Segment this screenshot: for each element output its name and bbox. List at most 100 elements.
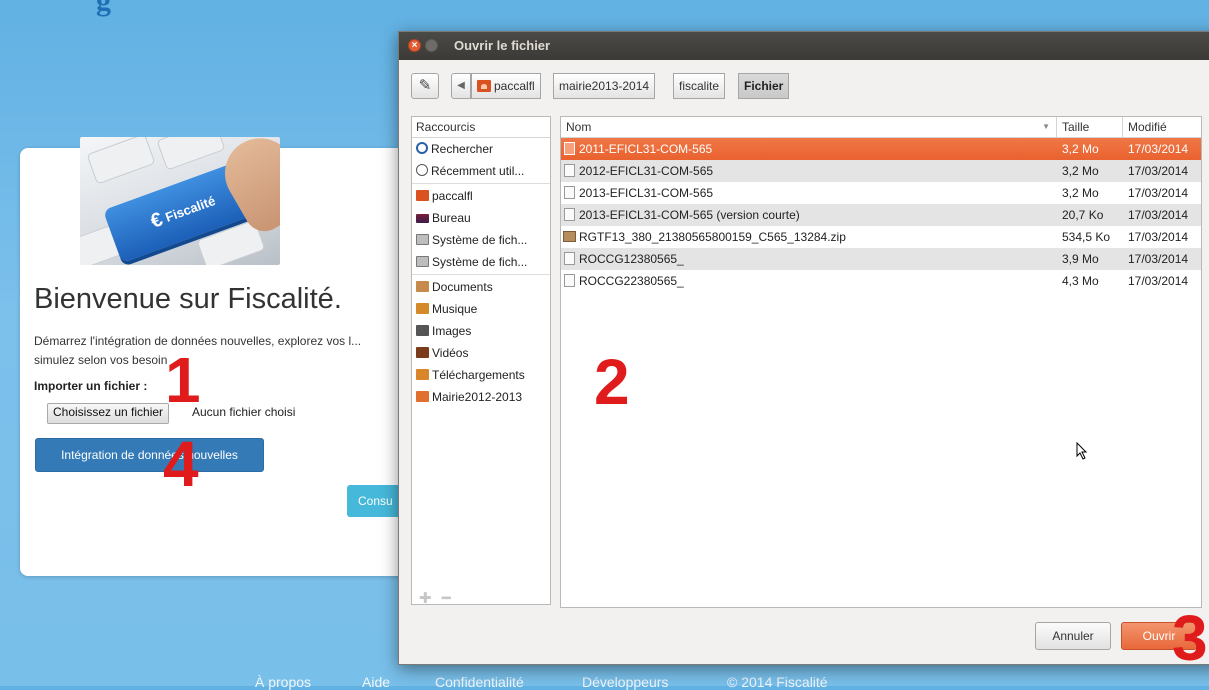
archive-icon (563, 231, 576, 242)
integration-button[interactable]: Intégration de données nouvelles (35, 438, 264, 472)
file-modified-cell: 17/03/2014 (1128, 142, 1189, 156)
footer-link-developers[interactable]: Développeurs (582, 674, 668, 690)
file-name-cell: 2011-EFICL31-COM-565 (561, 138, 712, 160)
file-modified-cell: 17/03/2014 (1128, 208, 1189, 222)
chevron-left-icon: ◀ (457, 80, 465, 91)
hero-image: € Fiscalité (80, 137, 280, 265)
music-folder-icon (416, 303, 429, 314)
close-icon[interactable]: × (408, 39, 421, 52)
place-bureau[interactable]: Bureau (412, 207, 550, 229)
drive-icon (416, 234, 429, 245)
keyboard-key (86, 137, 156, 185)
place-documents[interactable]: Documents (412, 276, 550, 298)
breadcrumb-fichier[interactable]: Fichier (738, 73, 790, 99)
file-size-cell: 534,5 Ko (1062, 230, 1111, 244)
keyboard-key (156, 137, 226, 171)
annotation-step-2: 2 (594, 346, 630, 418)
type-location-button[interactable]: ✎ (411, 73, 439, 99)
file-modified-cell: 17/03/2014 (1128, 164, 1189, 178)
consult-button[interactable]: Consu (347, 485, 403, 517)
file-icon (564, 186, 575, 199)
file-modified-cell: 17/03/2014 (1128, 230, 1189, 244)
breadcrumb-fiscalite[interactable]: fiscalite (673, 73, 726, 99)
path-back-button[interactable]: ◀ (451, 73, 471, 99)
footer-link-about[interactable]: À propos (255, 674, 311, 690)
place-label: Système de fich... (432, 233, 528, 247)
drive-icon (416, 256, 429, 267)
breadcrumb-paccalfl[interactable]: paccalfl (471, 73, 541, 99)
minimize-icon[interactable] (425, 39, 438, 52)
place-label: Rechercher (431, 142, 494, 156)
sort-down-icon: ▼ (1042, 122, 1050, 131)
file-row[interactable]: 2013-EFICL31-COM-565 (version courte) 20… (561, 204, 1201, 226)
file-size-cell: 3,2 Mo (1062, 164, 1099, 178)
place-label: paccalfl (432, 189, 473, 203)
file-row[interactable]: ROCCG12380565_ 3,9 Mo 17/03/2014 (561, 248, 1201, 270)
file-name-cell: ROCCG22380565_ (561, 270, 684, 292)
file-size-cell: 20,7 Ko (1062, 208, 1104, 222)
column-name-label: Nom (566, 120, 592, 134)
place-rechercher[interactable]: Rechercher (412, 138, 550, 160)
places-separator (412, 183, 550, 184)
place-paccalfl[interactable]: paccalfl (412, 185, 550, 207)
intro-text: Démarrez l'intégration de données nouvel… (34, 334, 362, 367)
file-row[interactable]: 2011-EFICL31-COM-565 3,2 Mo 17/03/2014 (561, 138, 1201, 160)
file-name-cell: 2013-EFICL31-COM-565 (version courte) (561, 204, 800, 226)
footer-link-privacy[interactable]: Confidentialité (435, 674, 524, 690)
downloads-folder-icon (416, 369, 429, 380)
place-label: Système de fich... (432, 255, 528, 269)
no-file-text: Aucun fichier choisi (192, 405, 296, 419)
file-size-cell: 3,2 Mo (1062, 186, 1099, 200)
file-name-cell: RGTF13_380_21380565800159_C565_13284.zip (561, 226, 846, 248)
file-icon (564, 274, 575, 287)
place-label: Téléchargements (432, 368, 525, 382)
cancel-button[interactable]: Annuler (1035, 622, 1111, 650)
place-label: Vidéos (432, 346, 469, 360)
place-musique[interactable]: Musique (412, 298, 550, 320)
file-icon (564, 142, 575, 155)
places-separator (412, 274, 550, 275)
hero-key-label: Fiscalité (163, 192, 218, 225)
place-images[interactable]: Images (412, 320, 550, 342)
places-sidebar: Raccourcis Rechercher Récemment util... … (411, 116, 551, 605)
file-name-cell: 2012-EFICL31-COM-565 (561, 160, 713, 182)
file-modified-cell: 17/03/2014 (1128, 252, 1189, 266)
annotation-step-3: 3 (1172, 602, 1208, 674)
remove-bookmark-icon[interactable]: ━ (442, 590, 451, 607)
file-list-header: Nom ▼ Taille Modifié (561, 117, 1201, 138)
place-telechargements[interactable]: Téléchargements (412, 364, 550, 386)
brand-logo-fragment: g (96, 0, 111, 17)
file-row[interactable]: 2013-EFICL31-COM-565 3,2 Mo 17/03/2014 (561, 182, 1201, 204)
videos-folder-icon (416, 347, 429, 358)
file-list[interactable]: Nom ▼ Taille Modifié 2011-EFICL31-COM-56… (560, 116, 1202, 608)
open-file-dialog: × Ouvrir le fichier ✎ ◀ paccalfl mairie2… (398, 31, 1209, 665)
column-header-name[interactable]: Nom ▼ (561, 117, 1057, 137)
pictures-folder-icon (416, 325, 429, 336)
choose-file-button[interactable]: Choisissez un fichier (47, 403, 170, 424)
place-videos[interactable]: Vidéos (412, 342, 550, 364)
place-filesystem-2[interactable]: Système de fich... (412, 251, 550, 273)
place-mairie2012-2013[interactable]: Mairie2012-2013 (412, 386, 550, 408)
file-size-cell: 4,3 Mo (1062, 274, 1099, 288)
file-row[interactable]: ROCCG22380565_ 4,3 Mo 17/03/2014 (561, 270, 1201, 292)
place-filesystem-1[interactable]: Système de fich... (412, 229, 550, 251)
place-label: Images (432, 324, 472, 338)
file-name-cell: 2013-EFICL31-COM-565 (561, 182, 713, 204)
bookmark-controls: ✚ ━ (419, 589, 451, 607)
add-bookmark-icon[interactable]: ✚ (419, 590, 432, 607)
file-row[interactable]: RGTF13_380_21380565800159_C565_13284.zip… (561, 226, 1201, 248)
place-label: Documents (432, 280, 493, 294)
file-row[interactable]: 2012-EFICL31-COM-565 3,2 Mo 17/03/2014 (561, 160, 1201, 182)
column-header-size[interactable]: Taille (1057, 117, 1123, 137)
file-modified-cell: 17/03/2014 (1128, 274, 1189, 288)
column-header-modified[interactable]: Modifié (1123, 117, 1201, 137)
page-title: Bienvenue sur Fiscalité. (34, 283, 342, 315)
places-header: Raccourcis (412, 117, 550, 138)
annotation-step-1: 1 (165, 344, 201, 416)
dialog-title: Ouvrir le fichier (454, 38, 551, 53)
breadcrumb-mairie2013-2014[interactable]: mairie2013-2014 (553, 73, 656, 99)
footer-link-help[interactable]: Aide (362, 674, 390, 690)
place-recent[interactable]: Récemment util... (412, 160, 550, 182)
file-modified-cell: 17/03/2014 (1128, 186, 1189, 200)
file-name-cell: ROCCG12380565_ (561, 248, 684, 270)
